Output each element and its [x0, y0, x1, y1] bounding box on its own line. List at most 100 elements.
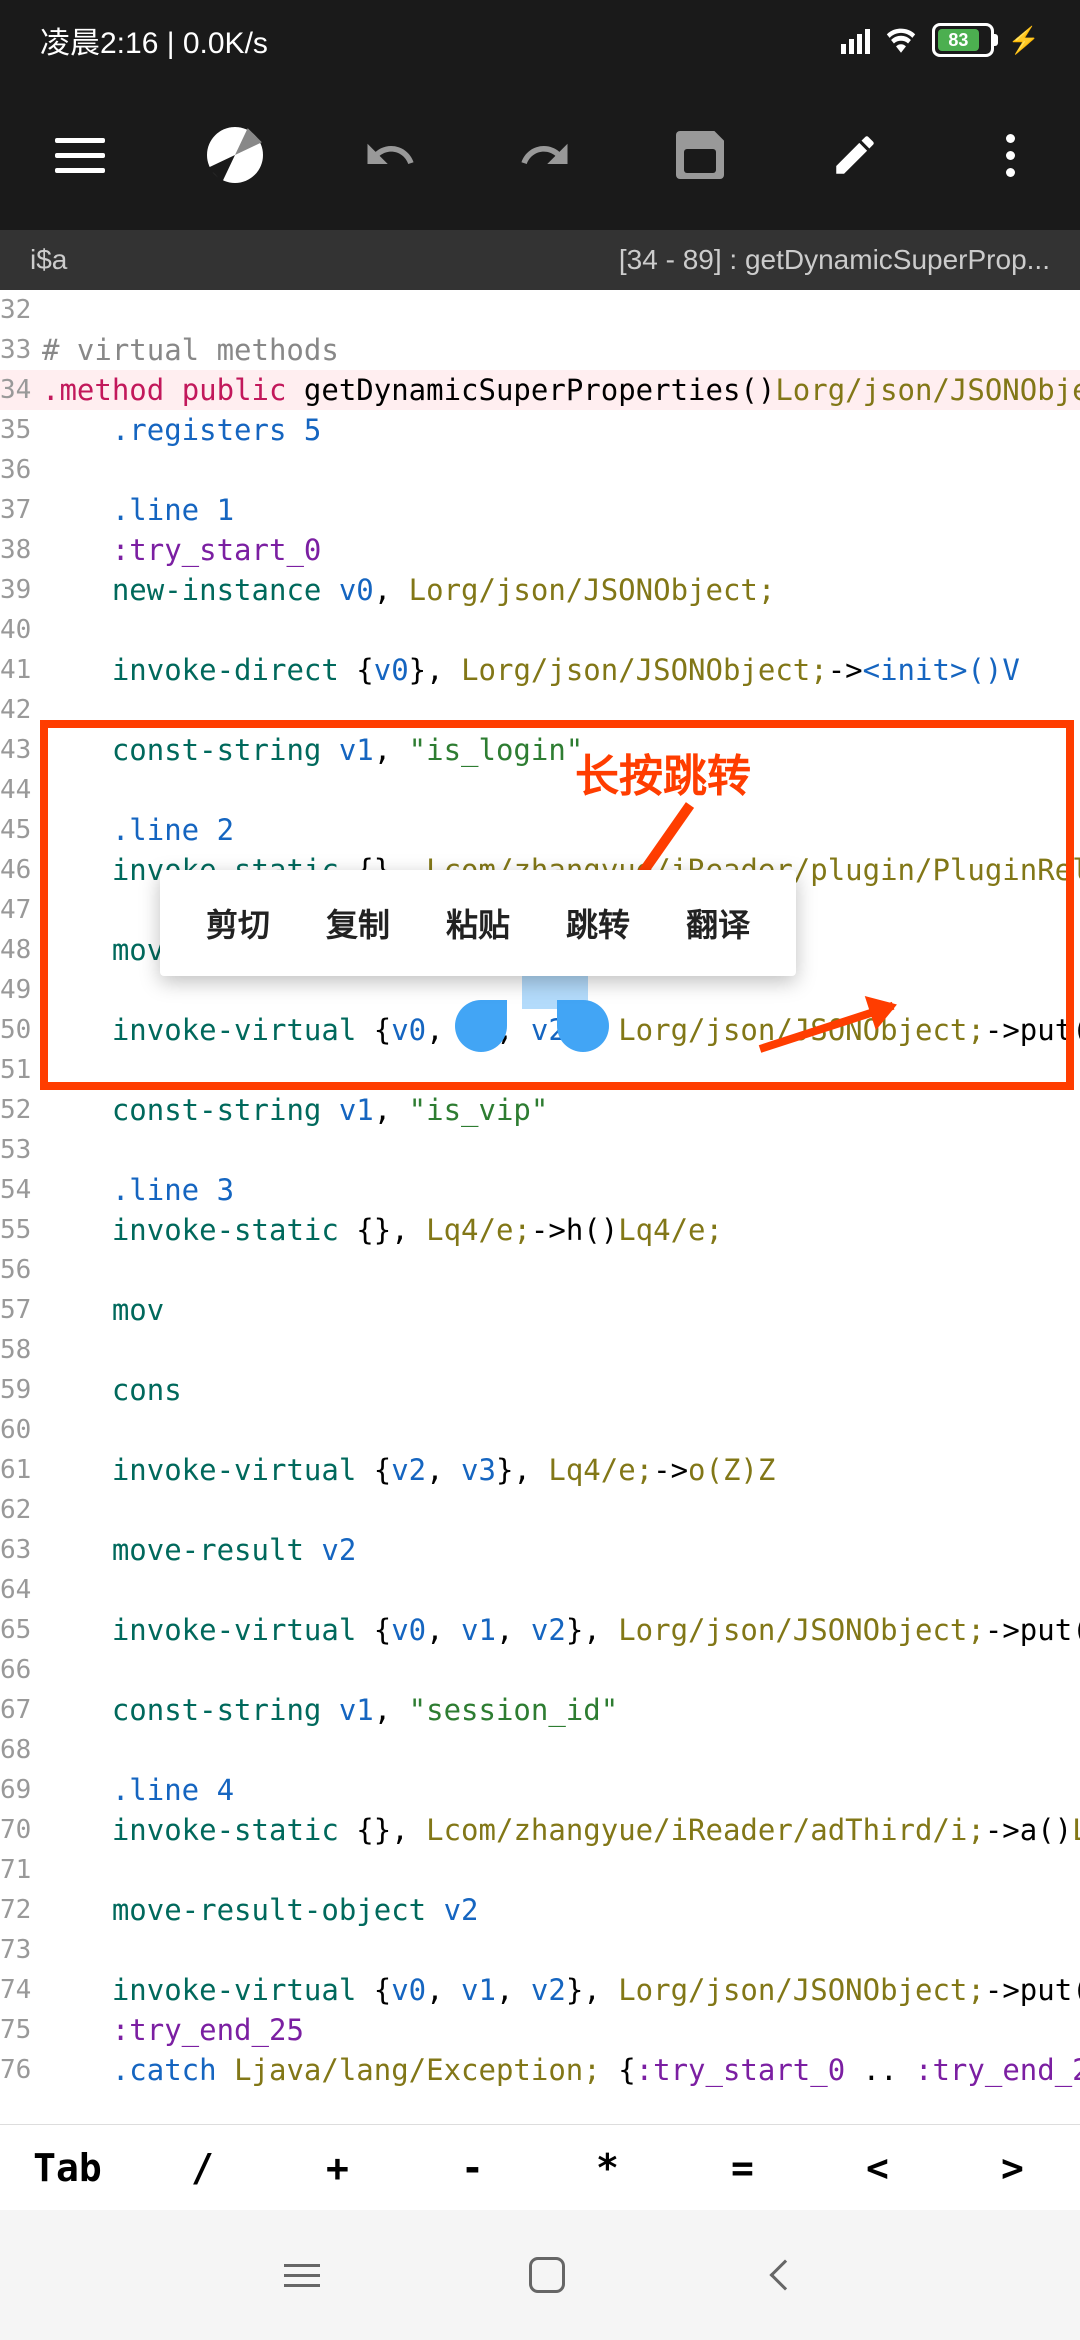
code-line[interactable]: 42	[0, 690, 1080, 730]
code-content[interactable]: :try_end_25	[34, 2010, 1080, 2050]
code-content[interactable]: .catch Ljava/lang/Exception; {:try_start…	[34, 2050, 1080, 2090]
menu-jump[interactable]: 跳转	[538, 900, 658, 946]
code-line[interactable]: 35 .registers 5	[0, 410, 1080, 450]
symbol-key[interactable]: /	[135, 2146, 270, 2190]
code-content[interactable]	[34, 450, 1080, 490]
symbol-key[interactable]: <	[810, 2146, 945, 2190]
symbol-key[interactable]: =	[675, 2146, 810, 2190]
save-button[interactable]	[670, 125, 730, 185]
code-line[interactable]: 57 mov	[0, 1290, 1080, 1330]
code-line[interactable]: 55 invoke-static {}, Lq4/e;->h()Lq4/e;	[0, 1210, 1080, 1250]
code-content[interactable]: const-string v1, "session_id"	[34, 1690, 1080, 1730]
code-line[interactable]: 53	[0, 1130, 1080, 1170]
nav-back-button[interactable]	[774, 2264, 796, 2286]
code-content[interactable]: .method public getDynamicSuperProperties…	[34, 370, 1080, 410]
code-content[interactable]: :try_start_0	[34, 530, 1080, 570]
nav-home-button[interactable]	[529, 2257, 565, 2293]
code-line[interactable]: 60	[0, 1410, 1080, 1450]
code-content[interactable]	[34, 1250, 1080, 1290]
code-content[interactable]: invoke-direct {v0}, Lorg/json/JSONObject…	[34, 650, 1080, 690]
code-line[interactable]: 34.method public getDynamicSuperProperti…	[0, 370, 1080, 410]
edit-button[interactable]	[825, 125, 885, 185]
menu-copy[interactable]: 复制	[298, 900, 418, 946]
code-content[interactable]	[34, 1570, 1080, 1610]
menu-cut[interactable]: 剪切	[178, 900, 298, 946]
code-line[interactable]: 38 :try_start_0	[0, 530, 1080, 570]
code-content[interactable]	[34, 1650, 1080, 1690]
selection-handle-left[interactable]	[455, 1000, 507, 1052]
redo-button[interactable]	[515, 125, 575, 185]
selection-handle-right[interactable]	[557, 1000, 609, 1052]
more-button[interactable]	[980, 125, 1040, 185]
code-content[interactable]	[34, 770, 1080, 810]
menu-button[interactable]	[50, 125, 110, 185]
code-line[interactable]: 58	[0, 1330, 1080, 1370]
code-content[interactable]: .line 4	[34, 1770, 1080, 1810]
code-content[interactable]: invoke-static {}, Lcom/zhangyue/iReader/…	[34, 1810, 1080, 1850]
code-line[interactable]: 62	[0, 1490, 1080, 1530]
code-line[interactable]: 68	[0, 1730, 1080, 1770]
code-line[interactable]: 39 new-instance v0, Lorg/json/JSONObject…	[0, 570, 1080, 610]
code-content[interactable]: const-string v1, "is_vip"	[34, 1090, 1080, 1130]
code-line[interactable]: 66	[0, 1650, 1080, 1690]
code-line[interactable]: 51	[0, 1050, 1080, 1090]
code-line[interactable]: 67 const-string v1, "session_id"	[0, 1690, 1080, 1730]
code-content[interactable]: # virtual methods	[34, 330, 1080, 370]
code-line[interactable]: 76 .catch Ljava/lang/Exception; {:try_st…	[0, 2050, 1080, 2090]
code-line[interactable]: 75 :try_end_25	[0, 2010, 1080, 2050]
code-line[interactable]: 37 .line 1	[0, 490, 1080, 530]
code-line[interactable]: 41 invoke-direct {v0}, Lorg/json/JSONObj…	[0, 650, 1080, 690]
code-line[interactable]: 61 invoke-virtual {v2, v3}, Lq4/e;->o(Z)…	[0, 1450, 1080, 1490]
code-content[interactable]	[34, 1130, 1080, 1170]
code-line[interactable]: 43 const-string v1, "is_login"	[0, 730, 1080, 770]
breadcrumb-method[interactable]: [34 - 89] : getDynamicSuperProp...	[619, 244, 1050, 276]
code-content[interactable]	[34, 1850, 1080, 1890]
code-content[interactable]	[34, 290, 1080, 330]
code-line[interactable]: 52 const-string v1, "is_vip"	[0, 1090, 1080, 1130]
code-content[interactable]: new-instance v0, Lorg/json/JSONObject;	[34, 570, 1080, 610]
undo-button[interactable]	[360, 125, 420, 185]
code-content[interactable]: const-string v1, "is_login"	[34, 730, 1080, 770]
menu-translate[interactable]: 翻译	[658, 900, 778, 946]
symbol-key[interactable]: +	[270, 2146, 405, 2190]
code-line[interactable]: 45 .line 2	[0, 810, 1080, 850]
code-line[interactable]: 65 invoke-virtual {v0, v1, v2}, Lorg/jso…	[0, 1610, 1080, 1650]
code-content[interactable]	[34, 1050, 1080, 1090]
symbol-key[interactable]: -	[405, 2146, 540, 2190]
code-content[interactable]	[34, 1330, 1080, 1370]
code-content[interactable]: invoke-virtual {v0, v1, v2}, Lorg/json/J…	[34, 1610, 1080, 1650]
code-content[interactable]: .line 1	[34, 490, 1080, 530]
code-content[interactable]: move-result v2	[34, 1530, 1080, 1570]
code-line[interactable]: 33# virtual methods	[0, 330, 1080, 370]
breadcrumb-class[interactable]: i$a	[30, 244, 67, 276]
code-line[interactable]: 63 move-result v2	[0, 1530, 1080, 1570]
code-line[interactable]: 69 .line 4	[0, 1770, 1080, 1810]
navigate-button[interactable]	[205, 125, 265, 185]
code-line[interactable]: 70 invoke-static {}, Lcom/zhangyue/iRead…	[0, 1810, 1080, 1850]
code-line[interactable]: 36	[0, 450, 1080, 490]
code-line[interactable]: 71	[0, 1850, 1080, 1890]
code-line[interactable]: 72 move-result-object v2	[0, 1890, 1080, 1930]
code-line[interactable]: 44	[0, 770, 1080, 810]
code-line[interactable]: 74 invoke-virtual {v0, v1, v2}, Lorg/jso…	[0, 1970, 1080, 2010]
symbol-key[interactable]: *	[540, 2146, 675, 2190]
code-content[interactable]: move-result-object v2	[34, 1890, 1080, 1930]
code-content[interactable]: invoke-virtual {v0, v1, v2}, Lorg/json/J…	[34, 1970, 1080, 2010]
nav-recent-button[interactable]	[284, 2264, 320, 2287]
code-content[interactable]: mov	[34, 1290, 1080, 1330]
code-line[interactable]: 32	[0, 290, 1080, 330]
code-content[interactable]	[34, 690, 1080, 730]
code-content[interactable]: invoke-static {}, Lq4/e;->h()Lq4/e;	[34, 1210, 1080, 1250]
menu-paste[interactable]: 粘贴	[418, 900, 538, 946]
code-content[interactable]: .registers 5	[34, 410, 1080, 450]
code-editor[interactable]: 3233# virtual methods34.method public ge…	[0, 290, 1080, 2090]
code-content[interactable]: cons	[34, 1370, 1080, 1410]
code-content[interactable]	[34, 1930, 1080, 1970]
code-content[interactable]: .line 3	[34, 1170, 1080, 1210]
code-line[interactable]: 56	[0, 1250, 1080, 1290]
code-content[interactable]	[34, 1730, 1080, 1770]
symbol-key[interactable]: >	[945, 2146, 1080, 2190]
code-line[interactable]: 59 cons	[0, 1370, 1080, 1410]
code-content[interactable]	[34, 1490, 1080, 1530]
code-content[interactable]: .line 2	[34, 810, 1080, 850]
